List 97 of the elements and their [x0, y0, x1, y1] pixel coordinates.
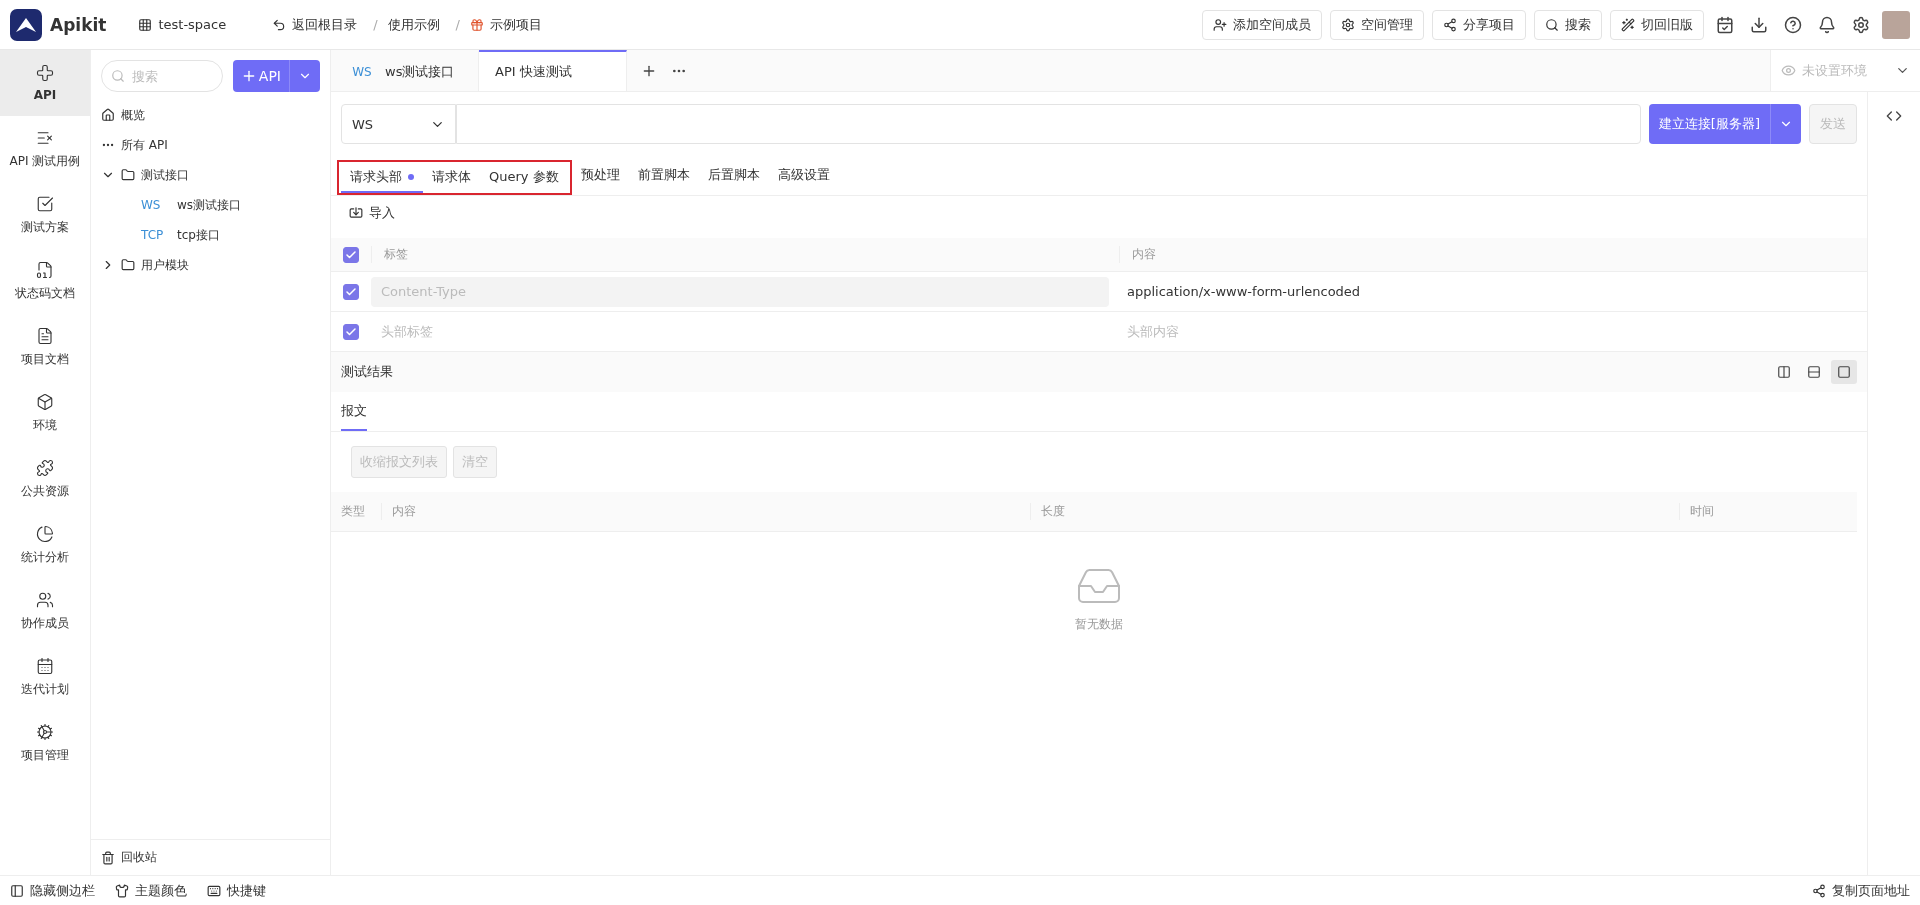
search-icon	[1545, 17, 1559, 32]
request-tab[interactable]: 前置脚本	[628, 156, 699, 195]
editor-tab[interactable]: API 快速测试	[479, 50, 627, 91]
request-tab[interactable]: 预处理	[571, 156, 629, 195]
column-header: 长度	[1030, 503, 1679, 520]
columns-icon	[1777, 365, 1791, 379]
tree-item[interactable]: 所有 API	[101, 130, 320, 160]
tree-item[interactable]: TCP tcp接口	[101, 220, 320, 250]
import-icon	[349, 206, 363, 220]
empty-message: 暂无数据	[1075, 616, 1123, 633]
gear-icon	[1341, 17, 1355, 32]
calendar-icon	[36, 656, 54, 675]
column-header: 标签	[371, 246, 1119, 263]
add-api-button[interactable]: API	[232, 60, 320, 92]
tree-label: 用户模块	[141, 256, 189, 274]
url-field[interactable]	[456, 104, 1641, 144]
column-header: 类型	[340, 503, 366, 520]
sidebar-icon	[10, 883, 24, 898]
grid-icon	[138, 17, 153, 32]
footer-button[interactable]: 快捷键	[207, 881, 266, 900]
search-field[interactable]: 搜索	[101, 60, 223, 92]
wand-icon	[1621, 17, 1635, 32]
tree-item[interactable]: 测试接口	[101, 160, 320, 190]
layout-toggle[interactable]	[1831, 360, 1857, 384]
section-title: 测试结果	[341, 363, 393, 381]
keyboard-icon	[207, 883, 221, 898]
breadcrumb-link[interactable]: 示例项目	[470, 15, 542, 34]
gift-icon	[470, 17, 484, 32]
footer-button[interactable]: 主题颜色	[115, 881, 187, 900]
checkbox[interactable]	[343, 283, 359, 300]
nav-item[interactable]: API	[0, 50, 90, 116]
check-icon	[345, 285, 357, 298]
breadcrumb-separator: /	[455, 17, 460, 32]
header-button[interactable]: 切回旧版	[1610, 9, 1704, 40]
column-header: 内容	[1119, 246, 1867, 263]
breadcrumb-link[interactable]: 使用示例	[387, 15, 440, 34]
connect-button[interactable]: 建立连接[服务器]	[1648, 104, 1801, 144]
footer-button[interactable]: 隐藏侧边栏	[10, 881, 95, 900]
square-icon	[1837, 365, 1851, 379]
checkbox-icon	[36, 194, 54, 213]
column-header: 时间	[1679, 503, 1857, 520]
shirt-icon	[115, 883, 129, 898]
eye-icon	[1781, 63, 1796, 78]
tree-label: 测试接口	[141, 166, 189, 184]
trash-icon	[101, 850, 115, 865]
share-icon	[1443, 17, 1457, 32]
cube-icon	[36, 392, 54, 411]
request-tab[interactable]: 高级设置	[768, 156, 839, 195]
protocol-select[interactable]: WS	[341, 104, 456, 144]
cross-icon	[36, 64, 54, 82]
home-icon	[101, 108, 115, 122]
folder-icon	[121, 258, 135, 272]
share-icon	[1812, 883, 1826, 898]
request-tab[interactable]: 后置脚本	[698, 156, 769, 195]
search-icon	[111, 69, 125, 83]
tree-item[interactable]: 概览	[101, 100, 320, 130]
rows-icon	[1807, 365, 1821, 379]
document-icon	[36, 260, 54, 279]
method-label: WS	[141, 198, 162, 212]
import-button[interactable]: 导入	[331, 196, 413, 230]
folder-icon	[121, 168, 135, 182]
tree-label: 所有 API	[121, 136, 168, 154]
space-switcher[interactable]: test-space	[138, 17, 227, 32]
tree-item[interactable]: WS ws测试接口	[101, 190, 320, 220]
check-icon	[345, 248, 357, 261]
recycle-bin[interactable]: 回收站	[91, 839, 330, 875]
header-button[interactable]: 搜索	[1534, 9, 1602, 40]
gear-icon	[36, 722, 54, 741]
pie-chart-icon	[36, 524, 54, 543]
tree-item[interactable]: 用户模块	[101, 250, 320, 280]
users-icon	[36, 590, 54, 609]
tree-label: tcp接口	[177, 226, 220, 244]
undo-icon	[272, 17, 287, 32]
tree-label: 概览	[121, 106, 145, 124]
request-tab[interactable]: Query 参数	[480, 162, 568, 193]
method-label: WS	[351, 64, 373, 79]
request-tab[interactable]: 请求头部	[341, 162, 423, 193]
method-label: TCP	[141, 228, 165, 242]
copy-link-button[interactable]: 复制页面地址	[1812, 881, 1910, 900]
puzzle-icon	[36, 458, 54, 477]
logo-icon	[10, 8, 42, 41]
document-icon	[36, 326, 54, 345]
checkbox[interactable]	[343, 323, 359, 340]
request-tab[interactable]: 请求体	[423, 162, 480, 193]
user-plus-icon	[1213, 17, 1227, 32]
breadcrumb-separator: /	[373, 17, 378, 32]
app-name: Apikit	[50, 14, 107, 35]
check-icon	[345, 325, 357, 338]
back-link[interactable]: 返回根目录	[272, 15, 358, 34]
header-button[interactable]: 添加空间成员	[1202, 9, 1322, 40]
header-button[interactable]: 空间管理	[1330, 9, 1424, 40]
column-header: 内容	[381, 503, 1030, 520]
checkbox[interactable]	[343, 246, 359, 263]
header-button[interactable]: 分享项目	[1432, 9, 1526, 40]
modified-dot	[408, 173, 414, 180]
tree-label: ws测试接口	[177, 196, 242, 214]
result-tab[interactable]: 报文	[341, 392, 367, 431]
